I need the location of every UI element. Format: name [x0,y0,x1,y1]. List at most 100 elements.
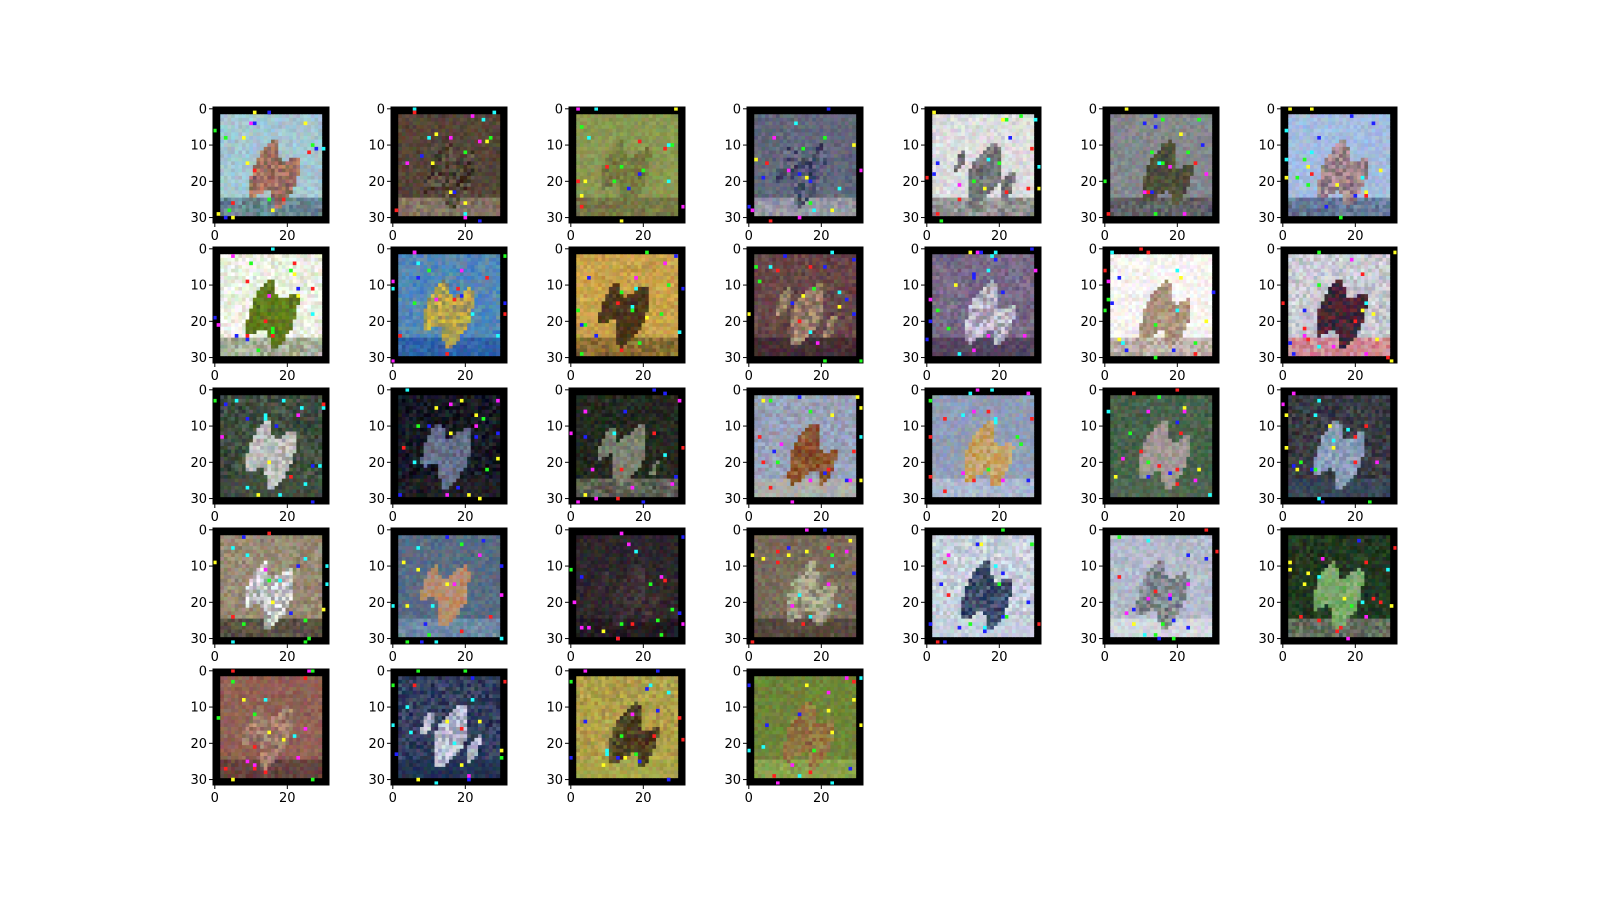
y-tick-label: 20 [724,737,741,752]
y-tick-label: 0 [733,383,741,398]
y-tick-label: 0 [1089,383,1097,398]
image-subplot-21: 0 10 20 30 0 20 [1258,383,1398,525]
y-tick-label: 10 [1080,279,1097,294]
y-tick-label: 0 [377,102,385,117]
x-tick-label: 0 [389,791,397,806]
y-tick-label: 30 [1080,632,1097,647]
x-tick-label: 0 [211,229,219,244]
y-tick-label: 20 [190,175,207,190]
y-tick-label: 0 [1089,242,1097,257]
image-pixels [398,676,501,779]
image-subplot-31: 0 10 20 30 0 20 [546,664,686,806]
image-pixels [220,114,323,217]
x-tick-label: 20 [1347,369,1364,384]
x-tick-label: 0 [567,229,575,244]
y-tick-label: 30 [1258,492,1275,507]
y-tick-label: 0 [733,102,741,117]
x-tick-label: 0 [1279,510,1287,525]
y-tick-label: 0 [377,383,385,398]
x-tick-label: 20 [813,650,830,665]
x-tick-label: 0 [211,369,219,384]
y-tick-label: 10 [546,701,563,716]
x-tick-label: 0 [923,650,931,665]
y-tick-label: 0 [555,102,563,117]
y-tick-label: 30 [546,773,563,788]
y-tick-label: 20 [546,315,563,330]
y-tick-label: 30 [1080,211,1097,226]
y-tick-label: 30 [1258,351,1275,366]
image-subplot-18: 0 10 20 30 0 20 [724,383,864,525]
x-tick-label: 0 [1101,369,1109,384]
x-tick-label: 0 [1101,650,1109,665]
y-tick-label: 0 [911,523,919,538]
y-tick-label: 30 [1258,211,1275,226]
y-tick-label: 20 [368,175,385,190]
image-subplot-15: 0 10 20 30 0 20 [190,383,330,525]
x-tick-label: 20 [457,650,474,665]
x-tick-label: 20 [991,510,1008,525]
x-tick-label: 20 [635,229,652,244]
x-tick-label: 0 [567,369,575,384]
y-tick-label: 10 [190,279,207,294]
image-subplot-3: 0 10 20 30 0 20 [546,102,686,244]
y-tick-label: 30 [724,632,741,647]
y-tick-label: 10 [368,139,385,154]
image-subplot-27: 0 10 20 30 0 20 [1080,523,1220,665]
y-tick-label: 30 [1258,632,1275,647]
y-tick-label: 10 [546,139,563,154]
y-tick-label: 20 [368,456,385,471]
y-tick-label: 10 [368,420,385,435]
image-pixels [576,676,679,779]
y-tick-label: 30 [724,211,741,226]
x-tick-label: 20 [279,369,296,384]
x-tick-label: 20 [457,369,474,384]
y-tick-label: 20 [1258,456,1275,471]
x-tick-label: 20 [635,510,652,525]
y-tick-label: 30 [724,492,741,507]
y-tick-label: 0 [733,523,741,538]
x-tick-label: 0 [923,369,931,384]
y-tick-label: 0 [377,242,385,257]
image-subplot-4: 0 10 20 30 0 20 [724,102,864,244]
y-tick-label: 10 [546,279,563,294]
image-pixels [398,254,501,357]
image-subplot-7: 0 10 20 30 0 20 [1258,102,1398,244]
x-tick-label: 20 [813,229,830,244]
x-tick-label: 20 [1169,650,1186,665]
image-subplot-16: 0 10 20 30 0 20 [368,383,508,525]
x-tick-label: 0 [1101,229,1109,244]
x-tick-label: 20 [991,650,1008,665]
x-tick-label: 0 [1279,369,1287,384]
y-tick-label: 30 [368,632,385,647]
x-tick-label: 0 [745,510,753,525]
y-tick-label: 0 [377,523,385,538]
y-tick-label: 10 [724,701,741,716]
y-tick-label: 10 [902,139,919,154]
image-pixels [1288,395,1391,498]
y-tick-label: 0 [911,242,919,257]
x-tick-label: 0 [923,510,931,525]
x-tick-label: 0 [211,650,219,665]
image-pixels [398,114,501,217]
image-subplot-8: 0 10 20 30 0 20 [190,242,330,384]
image-subplot-13: 0 10 20 30 0 20 [1080,242,1220,384]
image-pixels [398,535,501,638]
image-subplot-28: 0 10 20 30 0 20 [1258,523,1398,665]
y-tick-label: 20 [1080,596,1097,611]
y-tick-label: 10 [546,560,563,575]
image-subplot-9: 0 10 20 30 0 20 [368,242,508,384]
y-tick-label: 10 [724,420,741,435]
y-tick-label: 30 [902,211,919,226]
x-tick-label: 20 [991,229,1008,244]
x-tick-label: 20 [457,229,474,244]
image-subplot-6: 0 10 20 30 0 20 [1080,102,1220,244]
y-tick-label: 10 [368,701,385,716]
y-tick-label: 30 [368,351,385,366]
y-tick-label: 0 [733,242,741,257]
x-tick-label: 20 [635,650,652,665]
y-tick-label: 20 [902,175,919,190]
image-pixels [754,676,857,779]
y-tick-label: 10 [190,139,207,154]
x-tick-label: 20 [1347,229,1364,244]
y-tick-label: 30 [546,632,563,647]
